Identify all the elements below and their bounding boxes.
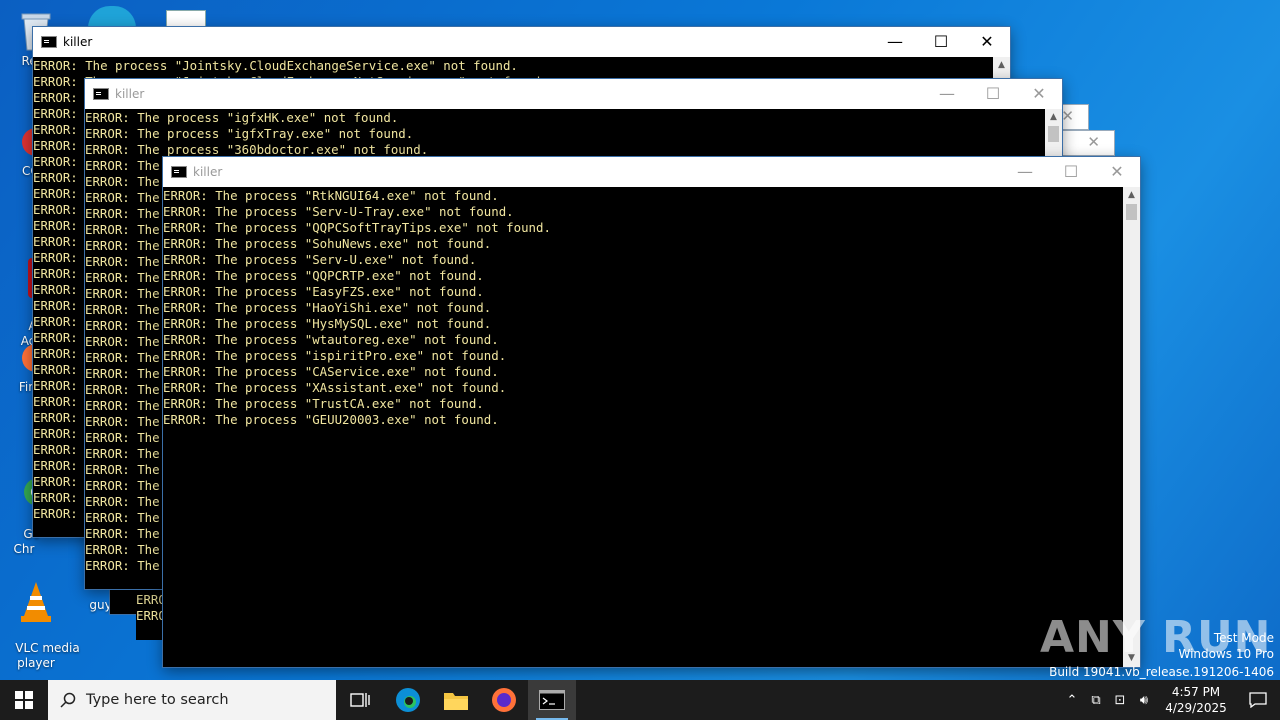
- edge-desktop-icon[interactable]: [88, 6, 136, 28]
- console-line: ERROR: The process "XAssistant.exe" not …: [163, 380, 507, 395]
- vertical-scrollbar[interactable]: ▲ ▼: [1123, 187, 1140, 667]
- cmd-icon: [41, 36, 57, 48]
- clock-date: 4/29/2025: [1165, 701, 1227, 715]
- cmd-icon: [171, 166, 187, 178]
- task-view-button[interactable]: [336, 680, 384, 720]
- scroll-up-icon[interactable]: ▲: [993, 57, 1010, 74]
- console-line: ERROR: The process "igfxTray.exe" not fo…: [85, 126, 414, 141]
- taskbar-edge[interactable]: [384, 680, 432, 720]
- taskbar-cmd[interactable]: [528, 680, 576, 720]
- clock-time: 4:57 PM: [1171, 685, 1221, 699]
- console-line: ERROR: The process "360bdoctor.exe" not …: [85, 142, 429, 157]
- window-title: killer: [115, 87, 145, 101]
- console-output[interactable]: ERROR: The process "RtkNGUI64.exe" not f…: [163, 187, 1123, 667]
- console-line: ERROR: The process "QQPCSoftTrayTips.exe…: [163, 220, 551, 235]
- console-line: ERROR: The process "HaoYiShi.exe" not fo…: [163, 300, 492, 315]
- console-line: ERROR: The process "CAService.exe" not f…: [163, 364, 499, 379]
- minimize-button[interactable]: —: [872, 27, 918, 57]
- console-line: ERROR: The process "Serv-U.exe" not foun…: [163, 252, 477, 267]
- taskbar-search-box[interactable]: Type here to search: [48, 680, 336, 720]
- test-mode-watermark: Test Mode: [1213, 631, 1274, 645]
- desktop-icon-vlc[interactable]: VLC media player: [0, 548, 80, 680]
- console-line: ERROR: The process "EasyFZS.exe" not fou…: [163, 284, 484, 299]
- maximize-button[interactable]: ☐: [1048, 157, 1094, 187]
- minimize-button[interactable]: —: [924, 79, 970, 109]
- build-watermark: Build 19041.vb_release.191206-1406: [1049, 665, 1274, 679]
- close-button[interactable]: ✕: [964, 27, 1010, 57]
- minimize-button[interactable]: —: [1002, 157, 1048, 187]
- system-tray: ⌃ ⧉ ⊡ 🔊︎ 4:57 PM 4/29/2025: [1060, 680, 1280, 720]
- taskbar-file-explorer[interactable]: [432, 680, 480, 720]
- console-line: ERROR: The process "Serv-U-Tray.exe" not…: [163, 204, 514, 219]
- window-title: killer: [63, 35, 93, 49]
- title-bar[interactable]: killer — ☐ ✕: [33, 27, 1010, 57]
- console-line: ERROR: The process "GEUU20003.exe" not f…: [163, 412, 499, 427]
- start-button[interactable]: [0, 680, 48, 720]
- close-icon[interactable]: ✕: [1061, 107, 1074, 125]
- console-line: ERROR: The process "QQPCRTP.exe" not fou…: [163, 268, 484, 283]
- close-button[interactable]: ✕: [1016, 79, 1062, 109]
- folder-icon: [444, 693, 468, 710]
- maximize-button[interactable]: ☐: [970, 79, 1016, 109]
- taskbar: Type here to search ⌃ ⧉ ⊡ 🔊︎ 4:57 PM 4/2…: [0, 680, 1280, 720]
- scroll-thumb[interactable]: [1126, 204, 1137, 220]
- console-line: ERROR: The process "ispiritPro.exe" not …: [163, 348, 507, 363]
- notification-button[interactable]: [1236, 692, 1280, 708]
- console-line: ERROR: The process "TrustCA.exe" not fou…: [163, 396, 484, 411]
- console-line: ERROR: The process "SohuNews.exe" not fo…: [163, 236, 492, 251]
- search-placeholder: Type here to search: [86, 692, 229, 708]
- scroll-up-icon[interactable]: ▲: [1123, 187, 1140, 204]
- clock[interactable]: 4:57 PM 4/29/2025: [1156, 684, 1236, 716]
- cmd-icon: [539, 690, 565, 710]
- close-button[interactable]: ✕: [1094, 157, 1140, 187]
- cmd-window-front[interactable]: killer — ☐ ✕ ERROR: The process "RtkNGUI…: [163, 157, 1140, 667]
- console-line: ERROR: The process "igfxHK.exe" not foun…: [85, 110, 399, 125]
- desktop: Recy CCl Ac Ac Fir Go Chr VLC media p: [0, 0, 1280, 680]
- taskbar-firefox[interactable]: [480, 680, 528, 720]
- windows-logo-icon: [15, 691, 33, 709]
- desktop-icon-label: Fir: [18, 380, 34, 394]
- volume-icon[interactable]: 🔊︎: [1132, 693, 1156, 708]
- console-line: ERROR: The process "Jointsky.CloudExchan…: [33, 58, 518, 73]
- notification-icon: [1249, 692, 1267, 708]
- cmd-icon: [93, 88, 109, 100]
- edition-watermark: Windows 10 Pro: [1178, 647, 1274, 661]
- chevron-up-icon[interactable]: ⌃: [1060, 693, 1084, 708]
- console-line: ERROR: The process "HysMySQL.exe" not fo…: [163, 316, 492, 331]
- firefox-icon: [492, 688, 516, 712]
- title-bar[interactable]: killer — ☐ ✕: [85, 79, 1062, 109]
- desktop-icon-label: VLC media player: [15, 641, 80, 670]
- window-title: killer: [193, 165, 223, 179]
- edge-icon: [396, 688, 420, 712]
- stacked-window-edge[interactable]: ✕: [1060, 131, 1114, 155]
- vlc-cone-icon: [21, 582, 51, 622]
- search-icon: [60, 692, 76, 708]
- network-device-icon[interactable]: ⧉: [1084, 693, 1108, 708]
- scroll-up-icon[interactable]: ▲: [1045, 109, 1062, 126]
- title-bar[interactable]: killer — ☐ ✕: [163, 157, 1140, 187]
- scroll-thumb[interactable]: [1048, 126, 1059, 142]
- maximize-button[interactable]: ☐: [918, 27, 964, 57]
- console-line: ERROR: The process "RtkNGUI64.exe" not f…: [163, 188, 499, 203]
- network-icon[interactable]: ⊡: [1108, 693, 1132, 708]
- console-line: ERROR: The process "wtautoreg.exe" not f…: [163, 332, 499, 347]
- close-icon[interactable]: ✕: [1087, 133, 1100, 151]
- task-view-icon: [350, 693, 370, 707]
